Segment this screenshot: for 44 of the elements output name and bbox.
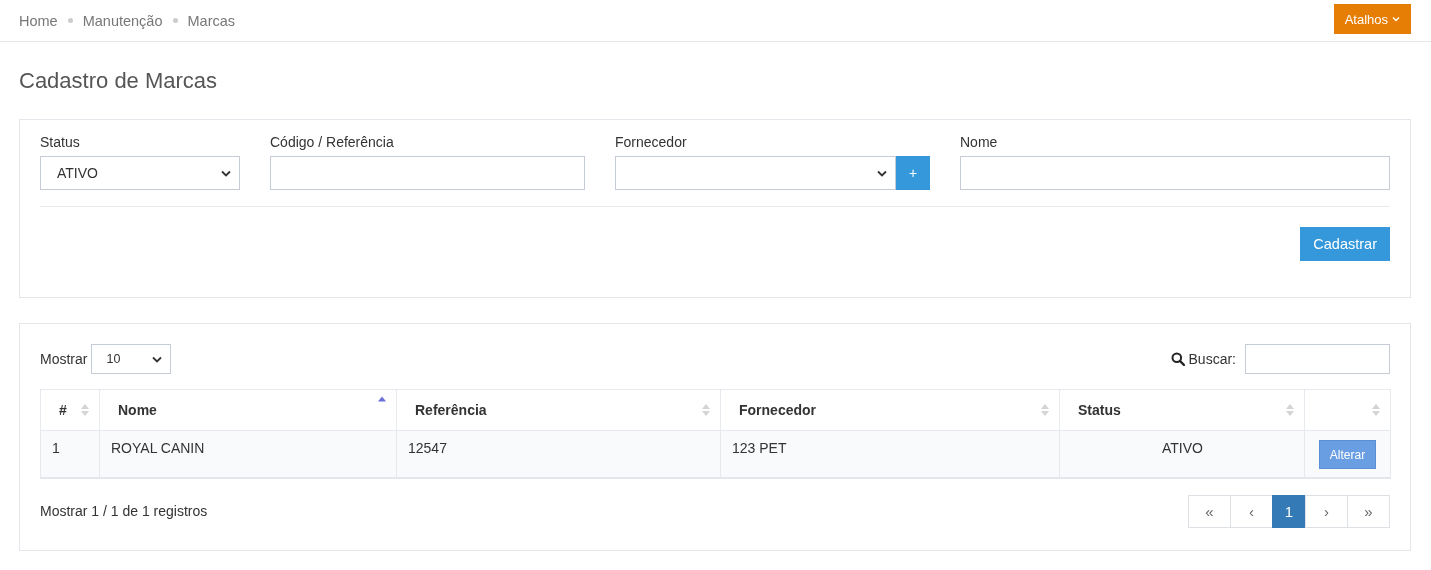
page-button[interactable]: › [1305,494,1348,528]
field-label: Fornecedor [615,134,688,150]
column-header[interactable]: Fornecedor [720,389,1060,431]
breadcrumb-link[interactable]: Marcas [187,12,236,29]
input-field[interactable] [960,156,1390,190]
search-field[interactable] [1245,344,1390,374]
page-size-select[interactable]: 10 [91,344,172,374]
table-cell: ROYAL CANIN [99,430,397,478]
page-button[interactable]: ‹ [1230,494,1273,528]
breadcrumb-link[interactable]: Home [19,12,58,29]
select-value: 10 [106,352,121,366]
column-header[interactable]: Status [1059,389,1305,431]
input-field[interactable] [270,156,585,190]
table-cell: 123 PET [720,430,1060,478]
status-select[interactable]: ATIVO [40,156,240,190]
table-cell: ATIVO [1059,430,1305,478]
select-value: ATIVO [57,165,98,181]
column-header[interactable]: Referência [396,389,721,431]
length-label: Mostrar [40,351,88,367]
chevron-down-icon [152,355,163,363]
page-button[interactable]: 1 [1272,494,1306,528]
column-header[interactable]: Nome [99,389,397,431]
field-label: Código / Referência [270,134,395,150]
table-info: Mostrar 1 / 1 de 1 registros [40,503,208,519]
table-cell: 1 [40,430,100,478]
separator-dot [67,18,73,23]
chevron-down-icon [1392,16,1400,22]
page-button[interactable]: » [1347,494,1390,528]
field-label: Nome [960,134,999,150]
chevron-down-icon [221,169,231,177]
separator-dot [172,18,178,23]
search-icon [1170,352,1185,366]
add-button[interactable]: + [896,156,930,190]
supplier-select[interactable] [615,156,896,190]
table-cell: 12547 [396,430,721,478]
column-header[interactable] [1304,389,1391,431]
column-header[interactable]: # [40,389,100,431]
search-label: Buscar: [1188,351,1236,367]
page-button[interactable]: « [1188,494,1231,528]
chevron-down-icon [877,169,887,177]
field-label: Status [40,134,81,150]
breadcrumb-link[interactable]: Manutenção [82,12,163,29]
submit-button[interactable]: Cadastrar [1300,227,1390,261]
page-title: Cadastro de Marcas [19,68,219,94]
